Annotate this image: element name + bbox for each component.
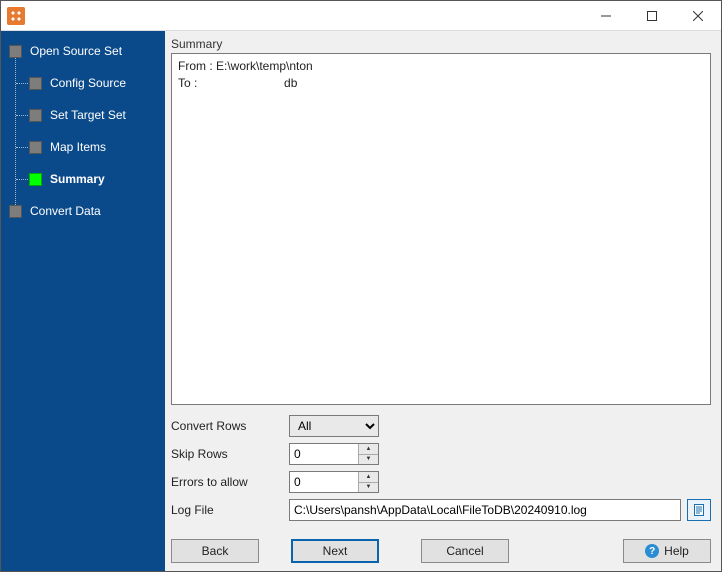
errors-to-allow-label: Errors to allow: [171, 475, 289, 489]
main-panel: Summary From : E:\work\temp\nton To : db…: [165, 31, 721, 571]
maximize-button[interactable]: [629, 1, 675, 31]
step-box-icon: [9, 205, 22, 218]
skip-rows-input[interactable]: [290, 444, 358, 464]
back-button[interactable]: Back: [171, 539, 259, 563]
minimize-button[interactable]: [583, 1, 629, 31]
log-file-input[interactable]: [289, 499, 681, 521]
summary-label: Summary: [171, 37, 711, 51]
sidebar-item-label: Convert Data: [30, 204, 101, 218]
help-icon: ?: [645, 544, 659, 558]
titlebar: [1, 1, 721, 31]
summary-textbox[interactable]: From : E:\work\temp\nton To : db: [171, 53, 711, 405]
step-box-icon: [29, 77, 42, 90]
sidebar-item-config-source[interactable]: Config Source: [29, 71, 165, 95]
sidebar-item-label: Summary: [50, 172, 105, 186]
log-file-label: Log File: [171, 503, 289, 517]
spinner-up-icon[interactable]: ▲: [359, 472, 378, 483]
skip-rows-label: Skip Rows: [171, 447, 289, 461]
spinner-down-icon[interactable]: ▼: [359, 455, 378, 465]
sidebar-item-open-source-set[interactable]: Open Source Set: [9, 39, 165, 63]
sidebar-item-label: Set Target Set: [50, 108, 126, 122]
sidebar-item-summary[interactable]: Summary: [29, 167, 165, 191]
step-box-icon: [29, 109, 42, 122]
close-button[interactable]: [675, 1, 721, 31]
sidebar-item-convert-data[interactable]: Convert Data: [9, 199, 165, 223]
app-window: Open Source Set Config Source Set Target…: [0, 0, 722, 572]
help-button[interactable]: ? Help: [623, 539, 711, 563]
cancel-button[interactable]: Cancel: [421, 539, 509, 563]
browse-log-file-button[interactable]: [687, 499, 711, 521]
sidebar-item-label: Map Items: [50, 140, 106, 154]
document-icon: [692, 503, 706, 517]
sidebar-item-label: Config Source: [50, 76, 126, 90]
step-box-icon: [9, 45, 22, 58]
wizard-button-row: Back Next Cancel ? Help: [171, 539, 711, 563]
sidebar-item-map-items[interactable]: Map Items: [29, 135, 165, 159]
errors-to-allow-spinner[interactable]: ▲ ▼: [289, 471, 379, 493]
convert-rows-label: Convert Rows: [171, 419, 289, 433]
sidebar-item-set-target-set[interactable]: Set Target Set: [29, 103, 165, 127]
spinner-up-icon[interactable]: ▲: [359, 444, 378, 455]
step-box-icon: [29, 173, 42, 186]
errors-to-allow-input[interactable]: [290, 472, 358, 492]
convert-rows-select[interactable]: All: [289, 415, 379, 437]
skip-rows-spinner[interactable]: ▲ ▼: [289, 443, 379, 465]
next-button[interactable]: Next: [291, 539, 379, 563]
step-box-icon: [29, 141, 42, 154]
wizard-sidebar: Open Source Set Config Source Set Target…: [1, 31, 165, 571]
options-panel: Convert Rows All Skip Rows ▲ ▼: [171, 415, 711, 527]
spinner-down-icon[interactable]: ▼: [359, 483, 378, 493]
app-icon: [7, 7, 25, 25]
sidebar-item-label: Open Source Set: [30, 44, 122, 58]
